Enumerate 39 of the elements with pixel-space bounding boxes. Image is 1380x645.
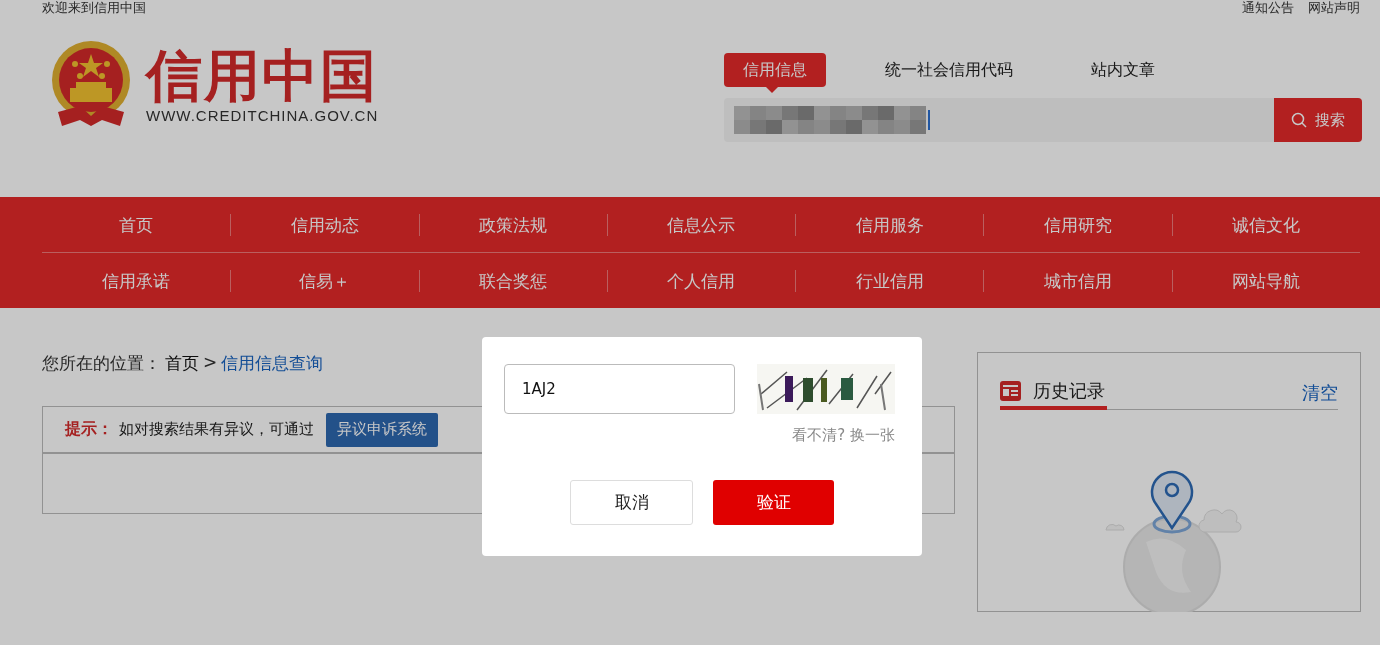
nav-link[interactable]: 诚信文化: [1171, 213, 1360, 236]
notice-text: 如对搜索结果有异议，可通过: [119, 420, 314, 439]
appeal-button[interactable]: 异议申诉系统: [326, 412, 438, 447]
clear-link[interactable]: 清空: [1302, 381, 1338, 409]
nav-link[interactable]: 城市信用: [983, 269, 1172, 292]
nav-link[interactable]: 信用服务: [795, 213, 984, 236]
nav-link[interactable]: 信用研究: [983, 213, 1172, 236]
verify-button[interactable]: 验证: [713, 480, 834, 525]
list-icon: [1000, 381, 1021, 401]
nav-link[interactable]: 个人信用: [606, 269, 796, 292]
refresh-captcha-link[interactable]: 看不清? 换一张: [792, 426, 895, 445]
site-title: 信用中国: [146, 44, 379, 107]
captcha-input[interactable]: 1AJ2: [504, 364, 735, 414]
search-tab[interactable]: 统一社会信用代码: [866, 53, 1032, 87]
breadcrumb-link[interactable]: 首页: [165, 352, 199, 376]
welcome-text: 欢迎来到信用中国: [42, 0, 146, 15]
search-icon: [1291, 112, 1307, 128]
notice-label: 提示：: [65, 419, 113, 440]
breadcrumb-separator: >: [203, 352, 218, 374]
top-link[interactable]: 网站声明: [1308, 0, 1360, 15]
nav-link[interactable]: 政策法规: [418, 213, 607, 236]
breadcrumb-label: 您所在的位置：: [42, 352, 161, 375]
nav-link[interactable]: 信用动态: [230, 213, 419, 236]
top-link[interactable]: 通知公告: [1242, 0, 1294, 15]
search-tab[interactable]: 站内文章: [1072, 53, 1174, 87]
nav-link[interactable]: 信易＋: [230, 269, 419, 292]
site-url: WWW.CREDITCHINA.GOV.CN: [146, 106, 379, 124]
nav-link[interactable]: 信息公示: [606, 213, 796, 236]
emblem-icon: [50, 40, 132, 128]
search-tab[interactable]: 信用信息: [724, 53, 826, 87]
nav-link[interactable]: 信用承诺: [42, 269, 231, 292]
nav-link[interactable]: 联合奖惩: [418, 269, 607, 292]
search-button[interactable]: 搜索: [1274, 98, 1362, 142]
cancel-button[interactable]: 取消: [570, 480, 693, 525]
nav-link[interactable]: 行业信用: [795, 269, 984, 292]
history-title: 历史记录: [1033, 379, 1105, 403]
nav-link[interactable]: 网站导航: [1171, 269, 1360, 292]
breadcrumb-link[interactable]: 信用信息查询: [221, 352, 324, 376]
nav-link[interactable]: 首页: [42, 213, 231, 236]
